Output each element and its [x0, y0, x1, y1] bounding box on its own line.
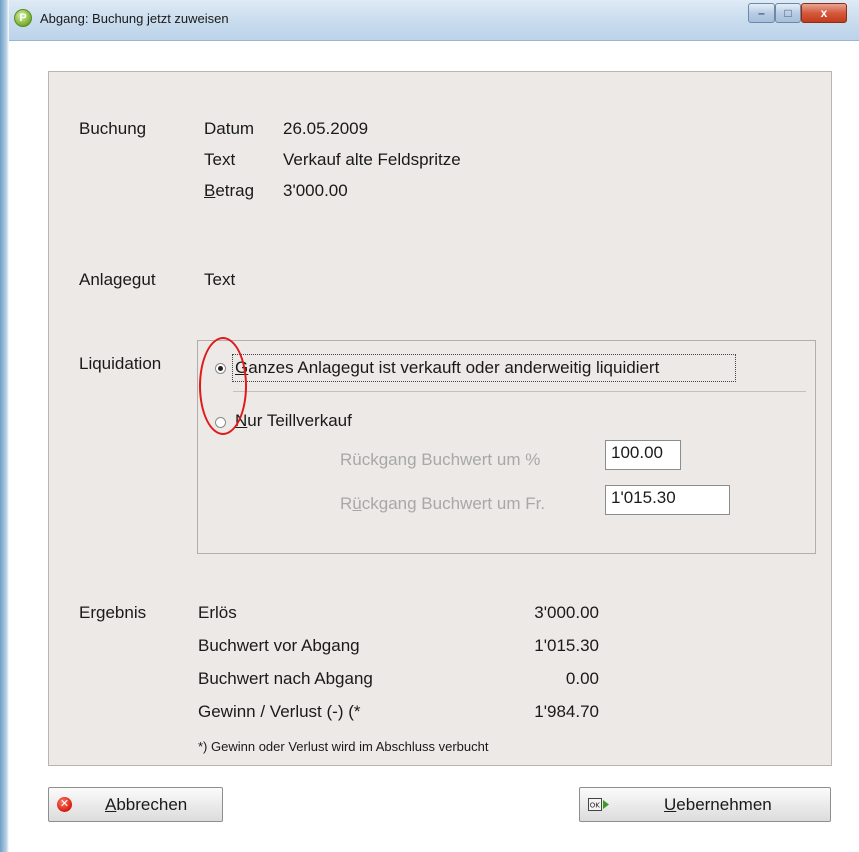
maximize-button[interactable]: □ [775, 3, 801, 23]
decline-amount-label-a: R [340, 494, 353, 513]
date-value: 26.05.2009 [283, 119, 369, 138]
liquidation-separator [233, 391, 806, 392]
result-row-value: 1'015.30 [534, 636, 599, 655]
result-footnote: *) Gewinn oder Verlust wird im Abschluss… [198, 739, 489, 754]
amount-value: 3'000.00 [283, 181, 348, 200]
partial-sale-label-rest: ur Teillverkauf [247, 411, 352, 430]
liquidation-section-label: Liquidation [79, 354, 162, 373]
decline-percent-label: Rückgang Buchwert um % [340, 450, 541, 469]
result-row-value: 3'000.00 [534, 603, 599, 622]
decline-amount-label-b: ckgang Buchwert um Fr. [361, 494, 546, 513]
decline-amount-mnemonic: ü [352, 494, 362, 513]
apply-button[interactable]: OK Uebernehmen [579, 787, 831, 822]
asset-section-label: Anlagegut [79, 270, 156, 289]
cancel-mnemonic: A [105, 795, 117, 814]
text-label: Text [204, 150, 236, 169]
decline-amount-input[interactable]: 1'015.30 [605, 485, 730, 515]
app-icon: P [14, 9, 32, 27]
result-row-value: 0.00 [565, 669, 599, 688]
decline-percent-input[interactable]: 100.00 [605, 440, 681, 470]
window-title: Abgang: Buchung jetzt zuweisen [40, 11, 229, 26]
result-row-label: Erlös [198, 603, 237, 622]
booking-section-label: Buchung [79, 119, 147, 138]
result-row-label: Buchwert vor Abgang [198, 636, 360, 655]
ok-arrow-icon: OK [588, 798, 609, 811]
asset-value: Text [204, 270, 236, 289]
decline-amount-label: Rückgang Buchwert um Fr. [340, 494, 545, 514]
date-label: Datum [204, 119, 255, 138]
full-liquidation-label-rest: anzes Anlagegut ist verkauft oder anderw… [248, 358, 660, 377]
amount-label-rest: etrag [215, 181, 255, 200]
background-window-edge [0, 0, 9, 852]
annotation-red-ellipse [199, 337, 247, 435]
cancel-label-rest: bbrechen [116, 795, 188, 814]
cancel-button-label: Abbrechen [105, 795, 187, 815]
apply-button-label: Uebernehmen [664, 795, 772, 815]
close-button[interactable]: x [801, 3, 847, 23]
amount-label: Betrag [204, 181, 254, 201]
minimize-button[interactable]: – [748, 3, 775, 23]
apply-mnemonic: U [664, 795, 677, 814]
text-value: Verkauf alte Feldspritze [283, 150, 461, 169]
partial-sale-option-label[interactable]: Nur Teillverkauf [235, 411, 352, 431]
result-row-label: Buchwert nach Abgang [198, 669, 373, 688]
result-row-label: Gewinn / Verlust (-) (* [198, 702, 361, 721]
amount-label-mnemonic: B [204, 181, 216, 200]
full-liquidation-option-label[interactable]: Ganzes Anlagegut ist verkauft oder ander… [235, 358, 659, 378]
result-row-value: 1'984.70 [534, 702, 599, 721]
result-section-label: Ergebnis [79, 603, 147, 622]
cancel-icon: ✕ [57, 797, 72, 812]
cancel-button[interactable]: ✕ Abbrechen [48, 787, 223, 822]
ok-icon-text: OK [590, 802, 601, 810]
apply-label-rest: ebernehmen [676, 795, 772, 814]
